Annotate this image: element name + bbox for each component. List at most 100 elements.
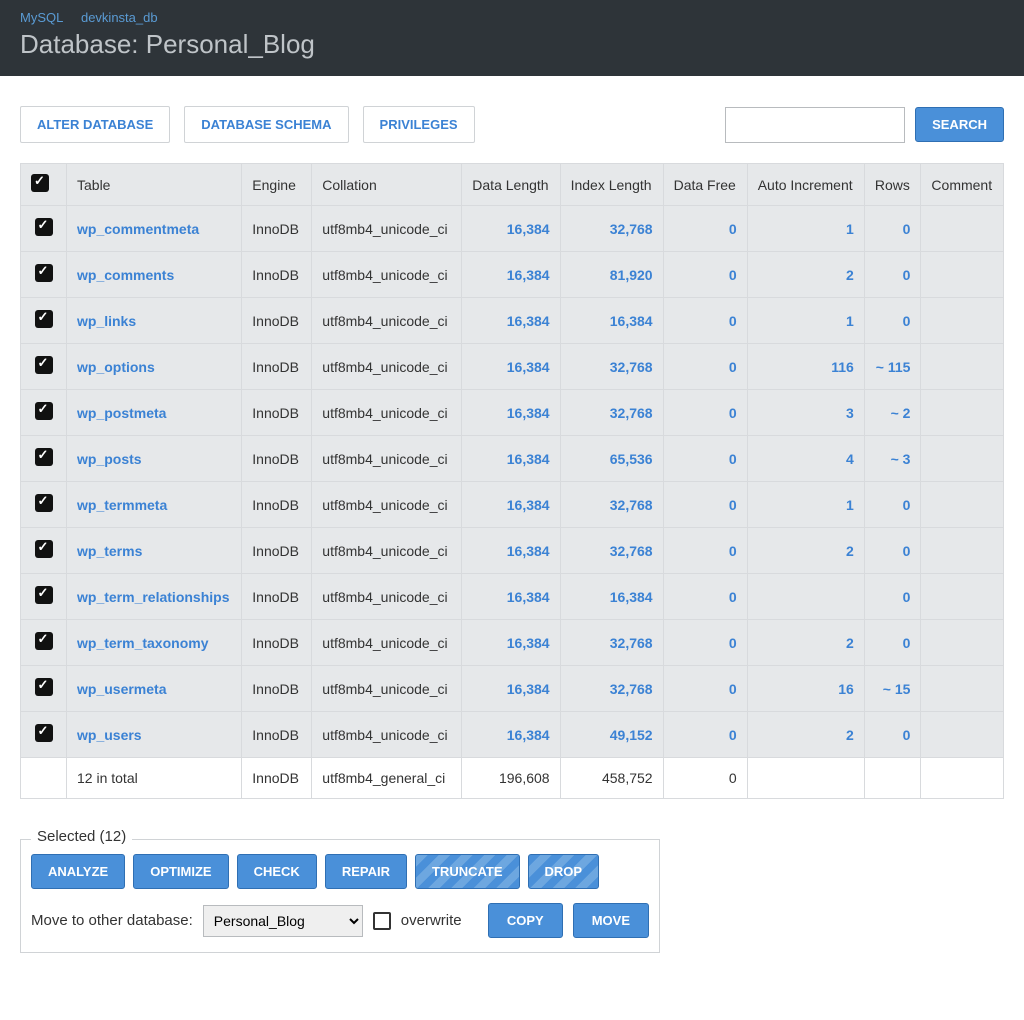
rows-cell: 0 (864, 620, 921, 666)
selected-label: Selected (12) (31, 828, 132, 845)
auto-increment-cell: 116 (747, 344, 864, 390)
row-checkbox[interactable] (35, 724, 53, 742)
table-link[interactable]: wp_commentmeta (77, 221, 199, 237)
row-checkbox[interactable] (35, 310, 53, 328)
table-link[interactable]: wp_comments (77, 267, 174, 283)
engine-cell: InnoDB (242, 436, 312, 482)
auto-increment-cell: 16 (747, 666, 864, 712)
data-length-cell: 16,384 (462, 666, 560, 712)
index-length-cell: 32,768 (560, 206, 663, 252)
database-schema-button[interactable]: DATABASE SCHEMA (184, 106, 348, 143)
col-engine[interactable]: Engine (242, 164, 312, 206)
repair-button[interactable]: REPAIR (325, 854, 407, 889)
index-length-cell: 32,768 (560, 344, 663, 390)
col-comment[interactable]: Comment (921, 164, 1004, 206)
engine-cell: InnoDB (242, 528, 312, 574)
overwrite-checkbox[interactable] (373, 912, 391, 930)
comment-cell (921, 712, 1004, 758)
check-button[interactable]: CHECK (237, 854, 317, 889)
row-checkbox[interactable] (35, 218, 53, 236)
rows-cell: ~ 3 (864, 436, 921, 482)
index-length-cell: 32,768 (560, 620, 663, 666)
auto-increment-cell: 3 (747, 390, 864, 436)
table-link[interactable]: wp_links (77, 313, 136, 329)
table-link[interactable]: wp_postmeta (77, 405, 166, 421)
comment-cell (921, 574, 1004, 620)
search-button[interactable]: SEARCH (915, 107, 1004, 142)
engine-cell: InnoDB (242, 344, 312, 390)
index-length-cell: 32,768 (560, 482, 663, 528)
col-index-length[interactable]: Index Length (560, 164, 663, 206)
comment-cell (921, 390, 1004, 436)
select-all-checkbox[interactable] (31, 174, 49, 192)
table-row: wp_postmetaInnoDButf8mb4_unicode_ci16,38… (21, 390, 1004, 436)
col-collation[interactable]: Collation (312, 164, 462, 206)
table-link[interactable]: wp_terms (77, 543, 142, 559)
breadcrumb-db-type[interactable]: MySQL (20, 10, 63, 25)
rows-cell: 0 (864, 206, 921, 252)
rows-cell: ~ 15 (864, 666, 921, 712)
move-target-select[interactable]: Personal_Blog (203, 905, 363, 937)
overwrite-label: overwrite (401, 912, 462, 929)
table-link[interactable]: wp_usermeta (77, 681, 166, 697)
row-checkbox[interactable] (35, 356, 53, 374)
row-checkbox[interactable] (35, 540, 53, 558)
move-button[interactable]: MOVE (573, 903, 649, 938)
drop-button[interactable]: DROP (528, 854, 600, 889)
row-checkbox[interactable] (35, 586, 53, 604)
breadcrumb: MySQL devkinsta_db (20, 10, 1004, 25)
col-table[interactable]: Table (67, 164, 242, 206)
comment-cell (921, 666, 1004, 712)
table-link[interactable]: wp_termmeta (77, 497, 167, 513)
collation-cell: utf8mb4_unicode_ci (312, 574, 462, 620)
copy-button[interactable]: COPY (488, 903, 563, 938)
comment-cell (921, 436, 1004, 482)
engine-cell: InnoDB (242, 620, 312, 666)
data-free-cell: 0 (663, 298, 747, 344)
table-link[interactable]: wp_term_relationships (77, 589, 230, 605)
optimize-button[interactable]: OPTIMIZE (133, 854, 228, 889)
comment-cell (921, 298, 1004, 344)
engine-cell: InnoDB (242, 666, 312, 712)
collation-cell: utf8mb4_unicode_ci (312, 206, 462, 252)
row-checkbox[interactable] (35, 678, 53, 696)
data-free-cell: 0 (663, 344, 747, 390)
table-row: wp_linksInnoDButf8mb4_unicode_ci16,38416… (21, 298, 1004, 344)
collation-cell: utf8mb4_unicode_ci (312, 528, 462, 574)
index-length-cell: 32,768 (560, 390, 663, 436)
breadcrumb-db-conn[interactable]: devkinsta_db (81, 10, 158, 25)
table-link[interactable]: wp_options (77, 359, 155, 375)
auto-increment-cell: 2 (747, 712, 864, 758)
col-data-length[interactable]: Data Length (462, 164, 560, 206)
col-rows[interactable]: Rows (864, 164, 921, 206)
auto-increment-cell (747, 574, 864, 620)
table-link[interactable]: wp_term_taxonomy (77, 635, 208, 651)
table-row: wp_term_relationshipsInnoDButf8mb4_unico… (21, 574, 1004, 620)
truncate-button[interactable]: TRUNCATE (415, 854, 520, 889)
data-length-cell: 16,384 (462, 620, 560, 666)
index-length-cell: 32,768 (560, 666, 663, 712)
auto-increment-cell: 1 (747, 298, 864, 344)
row-checkbox[interactable] (35, 402, 53, 420)
engine-cell: InnoDB (242, 298, 312, 344)
engine-cell: InnoDB (242, 206, 312, 252)
row-checkbox[interactable] (35, 264, 53, 282)
alter-database-button[interactable]: ALTER DATABASE (20, 106, 170, 143)
data-length-cell: 16,384 (462, 574, 560, 620)
table-link[interactable]: wp_users (77, 727, 142, 743)
row-checkbox[interactable] (35, 494, 53, 512)
table-link[interactable]: wp_posts (77, 451, 142, 467)
col-data-free[interactable]: Data Free (663, 164, 747, 206)
row-checkbox[interactable] (35, 448, 53, 466)
privileges-button[interactable]: PRIVILEGES (363, 106, 475, 143)
analyze-button[interactable]: ANALYZE (31, 854, 125, 889)
data-free-cell: 0 (663, 528, 747, 574)
search-input[interactable] (725, 107, 905, 143)
table-row: wp_term_taxonomyInnoDButf8mb4_unicode_ci… (21, 620, 1004, 666)
row-checkbox[interactable] (35, 632, 53, 650)
rows-cell: 0 (864, 252, 921, 298)
data-free-cell: 0 (663, 666, 747, 712)
collation-cell: utf8mb4_unicode_ci (312, 298, 462, 344)
col-auto-increment[interactable]: Auto Increment (747, 164, 864, 206)
rows-cell: 0 (864, 712, 921, 758)
